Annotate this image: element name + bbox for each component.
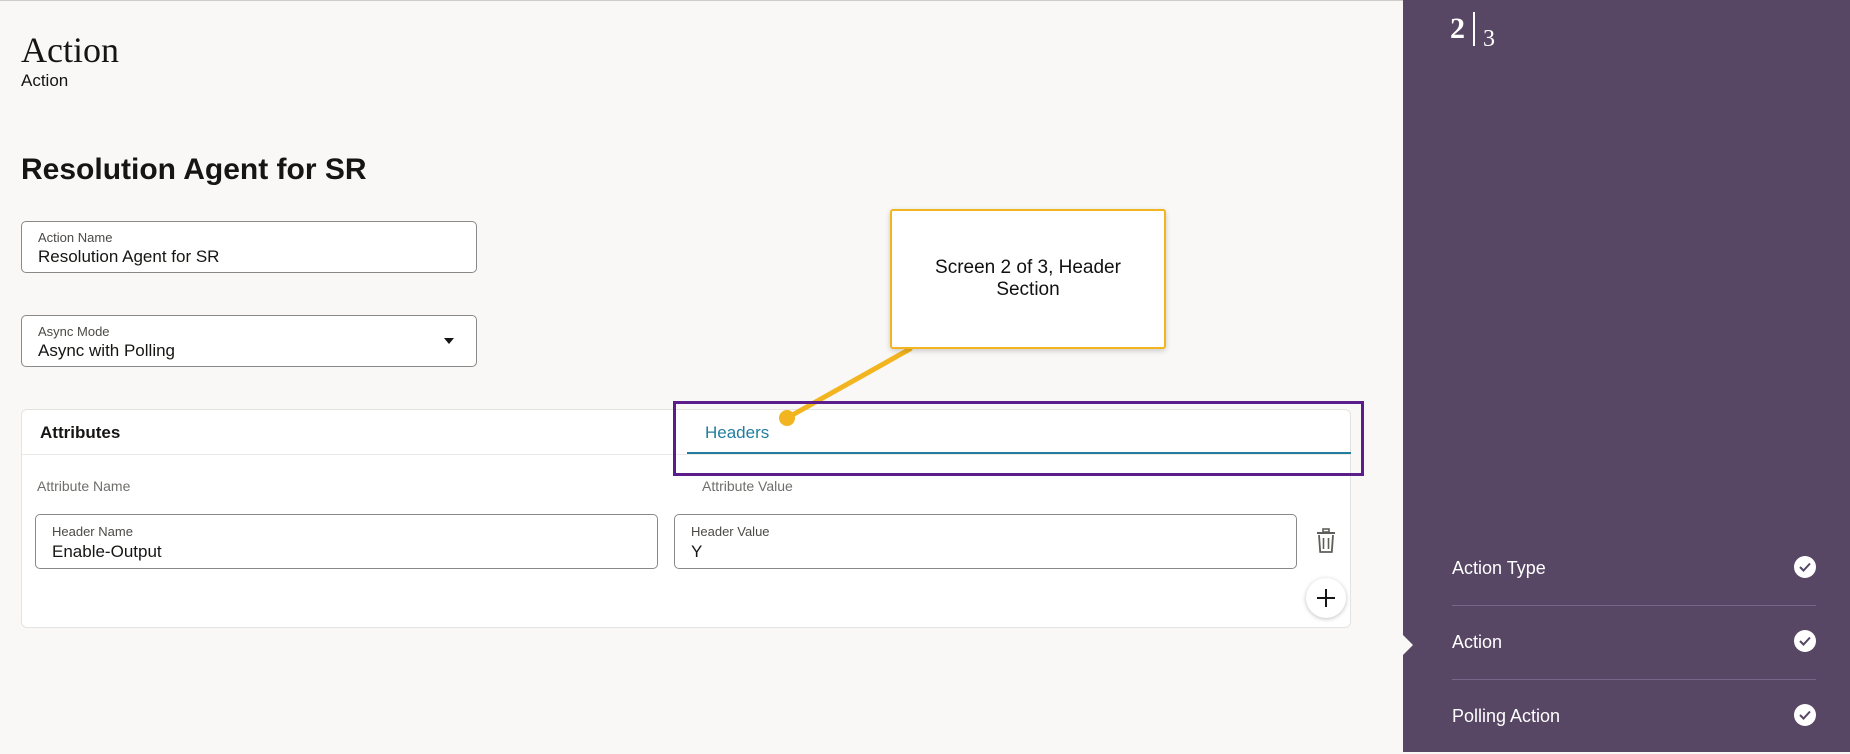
- form-title: Resolution Agent for SR: [21, 153, 367, 186]
- header-value-value[interactable]: Y: [691, 542, 702, 562]
- step-item-action-type[interactable]: Action Type: [1452, 532, 1816, 606]
- step-item-polling-action[interactable]: Polling Action: [1452, 680, 1816, 754]
- step-label: Action Type: [1452, 558, 1546, 578]
- async-mode-value: Async with Polling: [38, 341, 176, 360]
- step-current: 2: [1450, 12, 1465, 45]
- column-header-attribute-value: Attribute Value: [702, 478, 793, 494]
- step-counter: 23: [1450, 12, 1495, 52]
- tab-attributes[interactable]: Attributes: [40, 423, 120, 443]
- check-circle-icon: [1794, 556, 1816, 578]
- action-name-value[interactable]: Resolution Agent for SR: [38, 247, 219, 267]
- step-sidebar: 23 Action Type Action Polling Action: [1403, 0, 1850, 752]
- step-label: Action: [1452, 632, 1503, 652]
- column-header-attribute-name: Attribute Name: [37, 478, 131, 494]
- plus-icon: [1317, 589, 1335, 607]
- step-total: 3: [1483, 26, 1495, 52]
- header-value-field[interactable]: Header Value Y: [674, 514, 1297, 569]
- trash-icon[interactable]: [1314, 528, 1338, 554]
- check-circle-icon: [1794, 630, 1816, 652]
- header-value-label: Header Value: [691, 524, 770, 539]
- page-subtitle: Action: [21, 71, 69, 90]
- add-header-button[interactable]: [1306, 578, 1346, 618]
- action-name-field[interactable]: Action Name Resolution Agent for SR: [21, 221, 477, 273]
- header-name-label: Header Name: [52, 524, 133, 539]
- async-mode-label: Async Mode: [38, 324, 110, 339]
- caret-down-icon[interactable]: [444, 338, 454, 344]
- callout-note: Screen 2 of 3, Header Section: [890, 209, 1166, 349]
- step-separator: [1473, 12, 1475, 46]
- main-panel: Action Action Resolution Agent for SR Ac…: [0, 0, 1403, 752]
- header-name-field[interactable]: Header Name Enable-Output: [35, 514, 658, 569]
- callout-pointer: [779, 346, 913, 426]
- async-mode-select[interactable]: Async Mode Async with Polling: [21, 315, 477, 367]
- step-label: Polling Action: [1452, 706, 1561, 726]
- page-title: Action: [21, 30, 119, 70]
- header-name-value[interactable]: Enable-Output: [52, 542, 162, 562]
- action-name-label: Action Name: [38, 230, 113, 245]
- step-item-action[interactable]: Action: [1452, 606, 1816, 680]
- headers-highlight-box: [673, 401, 1364, 476]
- check-circle-icon: [1794, 704, 1816, 726]
- current-step-pointer: [1403, 635, 1413, 655]
